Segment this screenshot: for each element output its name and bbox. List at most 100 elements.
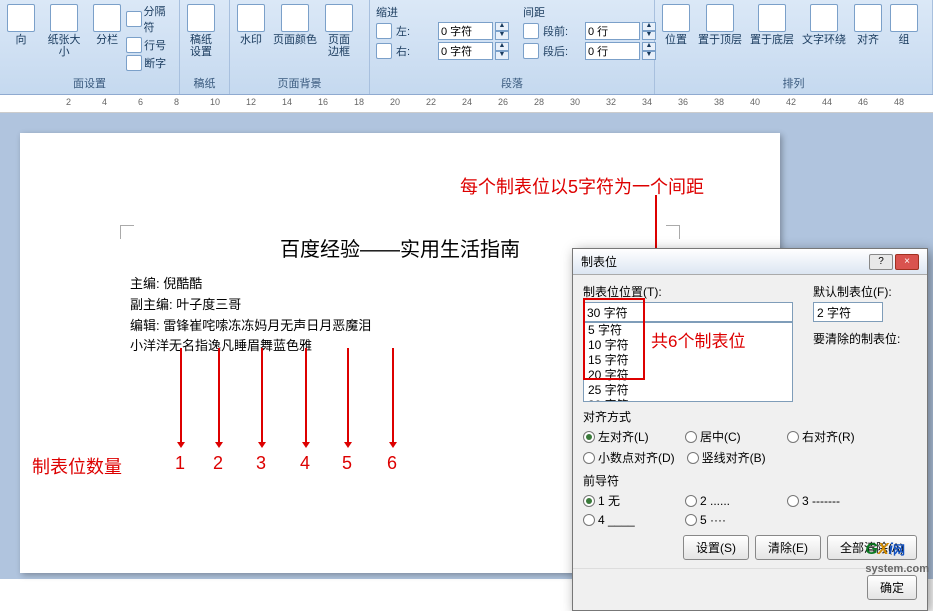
bring-front-button[interactable]: 置于顶层 xyxy=(695,2,745,48)
spin-down[interactable]: ▼ xyxy=(642,31,656,40)
orientation-button[interactable]: 向 xyxy=(4,2,38,48)
arrow-5 xyxy=(347,348,349,443)
group-objects-button[interactable]: 组 xyxy=(887,2,921,48)
anno-n1: 1 xyxy=(175,453,185,474)
align-radios: 左对齐(L) 居中(C) 右对齐(R) 小数点对齐(D) 竖线对齐(B) xyxy=(583,428,917,466)
radio-icon xyxy=(685,514,697,526)
indent-title: 缩进 xyxy=(376,4,509,20)
radio-leader-2[interactable]: 2 ...... xyxy=(685,492,775,509)
position-button[interactable]: 位置 xyxy=(659,2,693,48)
radio-center[interactable]: 居中(C) xyxy=(685,428,775,445)
indent-right-input[interactable] xyxy=(438,42,493,60)
hyphenation-button[interactable]: 断字 xyxy=(126,54,175,72)
radio-bar[interactable]: 竖线对齐(B) xyxy=(687,449,777,466)
default-tab-input[interactable] xyxy=(813,302,883,322)
spin-up[interactable]: ▲ xyxy=(495,22,509,31)
size-button[interactable]: 纸张大小 xyxy=(40,2,88,60)
breaks-button[interactable]: 分隔符 xyxy=(126,2,175,36)
radio-right[interactable]: 右对齐(R) xyxy=(787,428,877,445)
size-label: 纸张大小 xyxy=(43,34,85,58)
anno-n2: 2 xyxy=(213,453,223,474)
radio-icon xyxy=(687,452,699,464)
radio-icon xyxy=(685,495,697,507)
radio-leader-3[interactable]: 3 ------- xyxy=(787,492,877,509)
arrange-group-label: 排列 xyxy=(659,74,928,92)
columns-button[interactable]: 分栏 xyxy=(90,2,124,48)
set-button[interactable]: 设置(S) xyxy=(683,535,749,560)
leader-radios: 1 无 2 ...... 3 ------- 4 ____ 5 ···· xyxy=(583,492,917,527)
space-after-label: 段后: xyxy=(543,43,583,59)
radio-icon xyxy=(583,431,595,443)
paragraph-group-label: 段落 xyxy=(374,74,650,92)
hyphen-icon xyxy=(126,55,142,71)
radio-leader-5[interactable]: 5 ···· xyxy=(685,513,775,527)
hyphen-label: 断字 xyxy=(144,55,166,71)
front-label: 置于顶层 xyxy=(698,34,742,46)
group-paragraph: 缩进 左:▲▼ 右:▲▼ 间距 段前:▲▼ 段后:▲▼ 段落 xyxy=(370,0,655,94)
breaks-icon xyxy=(126,11,141,27)
radio-left[interactable]: 左对齐(L) xyxy=(583,428,673,445)
position-label: 位置 xyxy=(665,34,687,46)
text-wrap-button[interactable]: 文字环绕 xyxy=(799,2,849,48)
radio-icon xyxy=(583,495,595,507)
radio-leader-1[interactable]: 1 无 xyxy=(583,492,673,509)
radio-decimal[interactable]: 小数点对齐(D) xyxy=(583,449,675,466)
radio-leader-4[interactable]: 4 ____ xyxy=(583,513,673,527)
line-num-label: 行号 xyxy=(144,37,166,53)
clear-button[interactable]: 清除(E) xyxy=(755,535,821,560)
indent-right-label: 右: xyxy=(396,43,436,59)
radio-icon xyxy=(583,452,595,464)
space-before-input[interactable] xyxy=(585,22,640,40)
list-item[interactable]: 30 字符 xyxy=(584,398,792,402)
list-item[interactable]: 25 字符 xyxy=(584,383,792,398)
margin-mark-tr xyxy=(666,225,680,239)
page-color-button[interactable]: 页面颜色 xyxy=(270,2,320,48)
manuscript-button[interactable]: 稿纸 设置 xyxy=(184,2,218,60)
spin-down[interactable]: ▼ xyxy=(495,31,509,40)
spin-down[interactable]: ▼ xyxy=(495,51,509,60)
spin-down[interactable]: ▼ xyxy=(642,51,656,60)
orientation-label: 向 xyxy=(16,34,27,46)
group-page-setup: 向 纸张大小 分栏 分隔符 行号 断字 面设置 xyxy=(0,0,180,94)
line-numbers-button[interactable]: 行号 xyxy=(126,36,175,54)
dialog-help-button[interactable]: ? xyxy=(869,254,893,270)
wrap-label: 文字环绕 xyxy=(802,34,846,46)
columns-label: 分栏 xyxy=(96,34,118,46)
list-item[interactable]: 20 字符 xyxy=(584,368,792,383)
tab-pos-input[interactable] xyxy=(583,302,793,322)
spin-up[interactable]: ▲ xyxy=(642,42,656,51)
space-before-icon xyxy=(523,23,539,39)
space-after-input[interactable] xyxy=(585,42,640,60)
watermark-label: 水印 xyxy=(240,34,262,46)
arrow-4 xyxy=(305,348,307,443)
group-arrange: 位置 置于顶层 置于底层 文字环绕 对齐 组 排列 xyxy=(655,0,933,94)
send-back-button[interactable]: 置于底层 xyxy=(747,2,797,48)
spin-up[interactable]: ▲ xyxy=(495,42,509,51)
indent-left-input[interactable] xyxy=(438,22,493,40)
group-background: 水印 页面颜色 页面 边框 页面背景 xyxy=(230,0,370,94)
anno-tabs-count: 共6个制表位 xyxy=(651,327,745,352)
back-label: 置于底层 xyxy=(750,34,794,46)
watermark-button[interactable]: 水印 xyxy=(234,2,268,48)
space-after-icon xyxy=(523,43,539,59)
page-border-button[interactable]: 页面 边框 xyxy=(322,2,356,60)
page-setup-label: 面设置 xyxy=(4,74,175,92)
align-button[interactable]: 对齐 xyxy=(851,2,885,48)
dialog-titlebar[interactable]: 制表位 ? × xyxy=(573,249,927,275)
dialog-close-button[interactable]: × xyxy=(895,254,919,270)
group-obj-label: 组 xyxy=(899,34,910,46)
horizontal-ruler[interactable]: 2468101214161820222426283032343638404244… xyxy=(0,95,933,113)
spin-up[interactable]: ▲ xyxy=(642,22,656,31)
arrow-3 xyxy=(261,348,263,443)
leader-section-title: 前导符 xyxy=(583,472,917,489)
anno-n3: 3 xyxy=(256,453,266,474)
anno-bottom-label: 制表位数量 xyxy=(32,453,122,479)
line-num-icon xyxy=(126,37,142,53)
anno-n5: 5 xyxy=(342,453,352,474)
radio-icon xyxy=(787,431,799,443)
list-item[interactable]: 15 字符 xyxy=(584,353,792,368)
radio-icon xyxy=(685,431,697,443)
manuscript-btn-label: 稿纸 设置 xyxy=(190,34,212,58)
radio-icon xyxy=(787,495,799,507)
indent-right-icon xyxy=(376,43,392,59)
